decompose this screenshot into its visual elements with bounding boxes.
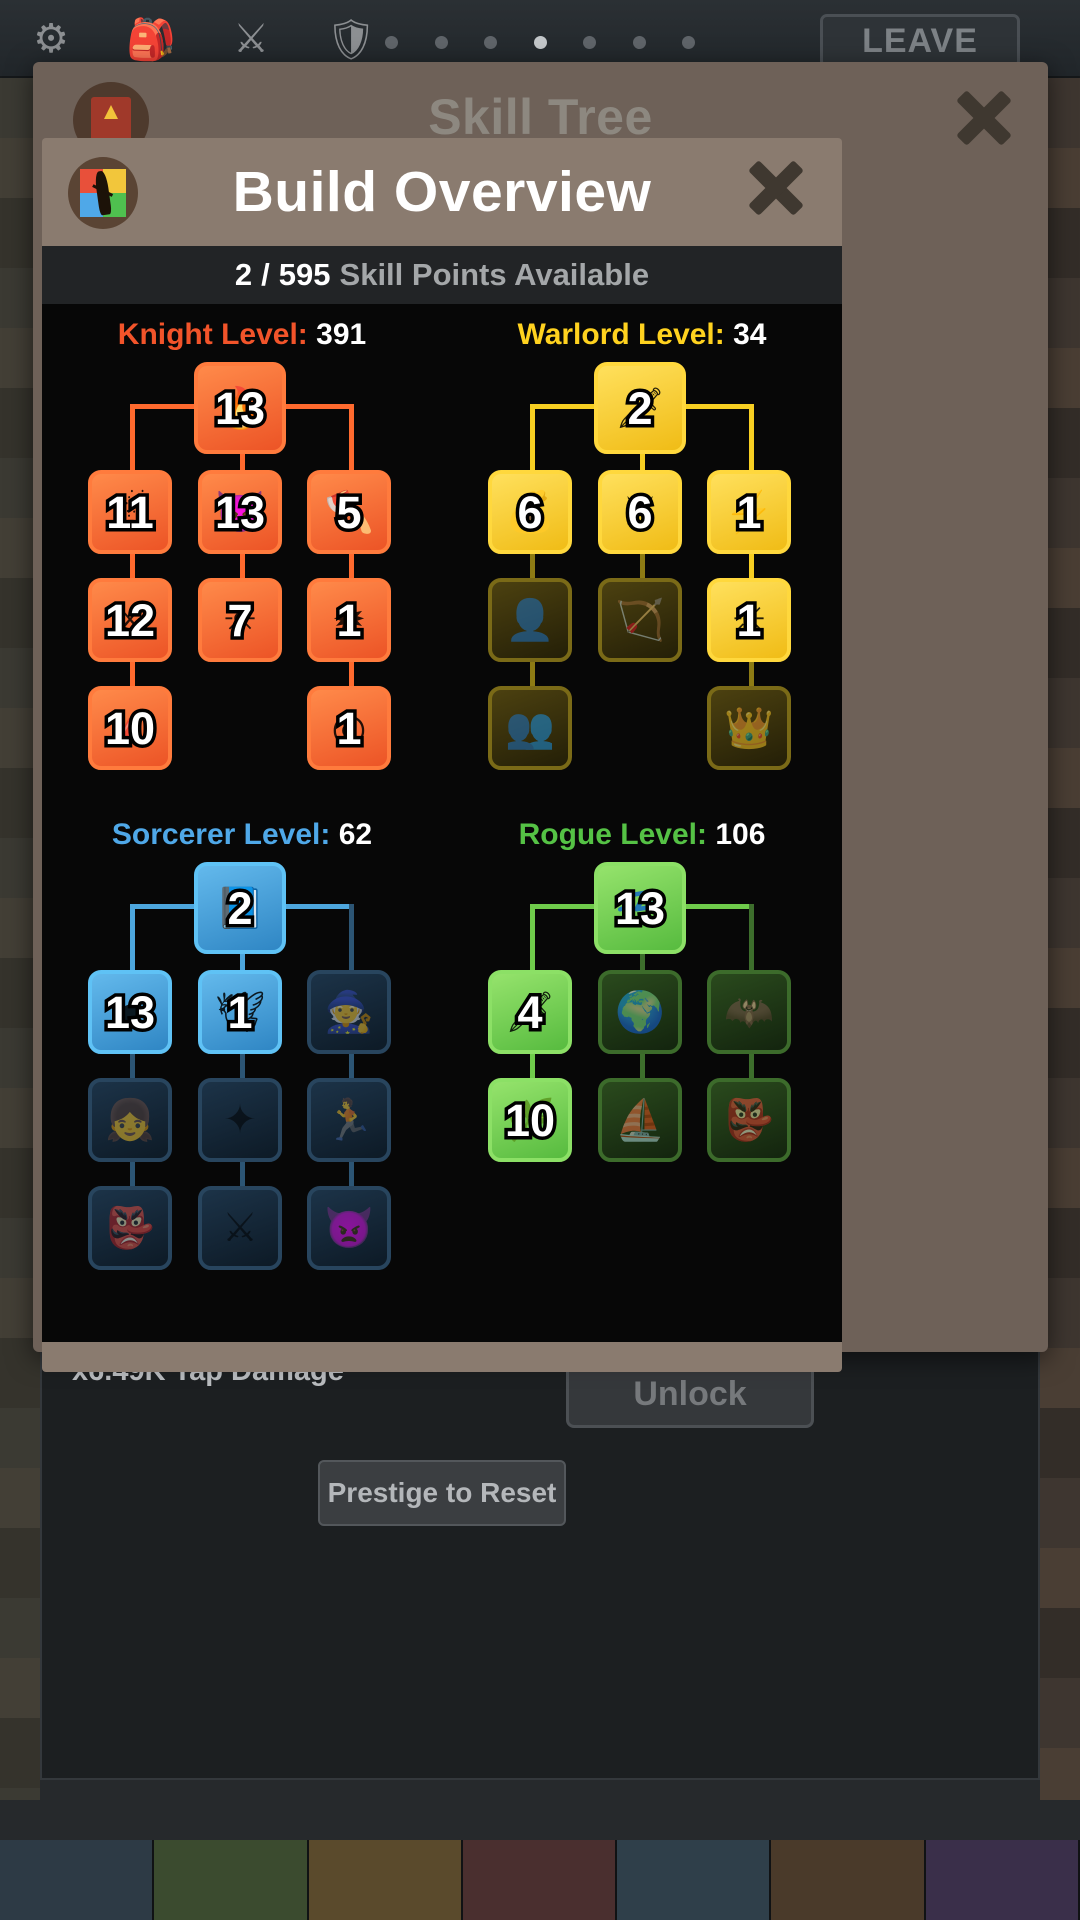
- skill-node-locked[interactable]: ⛵: [598, 1078, 682, 1162]
- class-header-rogue: Rogue Level: 106: [442, 818, 842, 852]
- runner-icon: 🏃: [324, 1098, 374, 1143]
- skill-node[interactable]: 🌿 10: [488, 1078, 572, 1162]
- skill-node[interactable]: ⚔ 12: [88, 578, 172, 662]
- modal-footer: [42, 1342, 842, 1372]
- fairy-icon: 👧: [105, 1098, 155, 1143]
- skill-node[interactable]: ☀ 7: [198, 578, 282, 662]
- skill-node-locked[interactable]: 👑: [707, 686, 791, 770]
- dark-king-icon: 👑: [724, 706, 774, 751]
- prestige-to-reset-button[interactable]: Prestige to Reset: [318, 1460, 566, 1526]
- class-name-rogue: Rogue Level:: [518, 818, 707, 851]
- avatar: [68, 157, 138, 229]
- skill-node[interactable]: ⚡ 1: [707, 470, 791, 554]
- skill-node-locked[interactable]: 🏹: [598, 578, 682, 662]
- points-label: Skill Points Available: [339, 257, 650, 292]
- skill-node-locked[interactable]: ⚔: [198, 1186, 282, 1270]
- class-level-sorcerer: 62: [338, 818, 373, 851]
- skill-node[interactable]: 💰 6: [488, 470, 572, 554]
- skill-node-locked[interactable]: 🏃: [307, 1078, 391, 1162]
- twin-bats-icon: 🦇: [724, 990, 774, 1035]
- points-total: 595: [278, 257, 331, 292]
- skill-node[interactable]: ☄ 11: [88, 470, 172, 554]
- skill-node-locked[interactable]: 👺: [88, 1186, 172, 1270]
- sword-icon[interactable]: ⚔: [218, 10, 284, 68]
- class-section-rogue: Rogue Level: 106 💤 13 🗡 4 🌍 🦇 🌿 10 ⛵ 👺: [442, 804, 842, 1323]
- portal-icon: ✦: [223, 1098, 257, 1142]
- class-name-warlord: Warlord Level:: [517, 318, 725, 351]
- class-header-sorcerer: Sorcerer Level: 62: [42, 818, 442, 852]
- class-header-warlord: Warlord Level: 34: [442, 318, 842, 352]
- skill-node[interactable]: 🗡 4: [488, 970, 572, 1054]
- page-title: Build Overview: [232, 160, 652, 224]
- skill-node-locked[interactable]: 👧: [88, 1078, 172, 1162]
- points-separator: /: [261, 257, 270, 292]
- warrior-icon: 👿: [324, 1206, 374, 1251]
- skill-node[interactable]: ☀ 1: [707, 578, 791, 662]
- class-section-knight: Knight Level: 391 🔥 13 ☄ 11 😈 13 🪓 5 ⚔ 1…: [42, 304, 442, 823]
- skill-node[interactable]: 🔥 13: [194, 362, 286, 454]
- skill-node-locked[interactable]: 🌍: [598, 970, 682, 1054]
- skill-node-locked[interactable]: 👿: [307, 1186, 391, 1270]
- build-overview-modal: Build Overview 2 / 595 Skill Points Avai…: [42, 138, 842, 1372]
- class-name-sorcerer: Sorcerer Level:: [111, 818, 331, 851]
- skill-node[interactable]: 🕊 1: [198, 970, 282, 1054]
- skill-node-locked[interactable]: ✦: [198, 1078, 282, 1162]
- skill-node-locked[interactable]: 👥: [488, 686, 572, 770]
- beast-icon: 👺: [105, 1206, 155, 1251]
- close-icon[interactable]: [746, 158, 812, 224]
- archer-icon: 🏹: [615, 598, 665, 643]
- points-available: 2: [234, 257, 253, 292]
- duo-heroes-icon: 👥: [505, 706, 555, 751]
- shield-icon[interactable]: 🛡: [318, 10, 384, 68]
- skill-node[interactable]: ✹ 1: [307, 578, 391, 662]
- ship-icon: ⛵: [615, 1098, 665, 1143]
- skill-node[interactable]: 📘 2: [194, 862, 286, 954]
- dark-mage-icon: 🧙: [324, 990, 374, 1035]
- skill-node[interactable]: 🗡 2: [594, 362, 686, 454]
- skill-node-locked[interactable]: 👤: [488, 578, 572, 662]
- leave-button[interactable]: LEAVE: [820, 14, 1020, 68]
- chest-icon[interactable]: 🎒: [118, 10, 184, 68]
- class-section-sorcerer: Sorcerer Level: 62 📘 2 ● 13 🕊 1 🧙 👧 ✦ 🏃 …: [42, 804, 442, 1323]
- bottom-hero-strip: [0, 1840, 1080, 1920]
- class-name-knight: Knight Level:: [117, 318, 308, 351]
- skill-node[interactable]: 😈 13: [198, 470, 282, 554]
- skill-node[interactable]: 🔺 10: [88, 686, 172, 770]
- skill-tree-close-icon[interactable]: [954, 88, 1014, 148]
- page-indicator-dots: [385, 34, 695, 50]
- skill-node-locked[interactable]: 👺: [707, 1078, 791, 1162]
- class-header-knight: Knight Level: 391: [42, 318, 442, 352]
- globe-arrow-icon: 🌍: [615, 990, 665, 1035]
- skill-node-locked[interactable]: 🧙: [307, 970, 391, 1054]
- gear-icon[interactable]: ⚙: [18, 10, 84, 68]
- skill-node[interactable]: 💤 13: [594, 862, 686, 954]
- lightning-sword-icon: ⚔: [222, 1206, 258, 1250]
- skill-points-bar: 2 / 595 Skill Points Available: [42, 246, 842, 304]
- class-level-knight: 391: [316, 318, 367, 351]
- class-level-warlord: 34: [733, 318, 767, 351]
- class-level-rogue: 106: [715, 818, 766, 851]
- modal-header: Build Overview: [42, 138, 842, 246]
- class-section-warlord: Warlord Level: 34 🗡 2 💰 6 ⚔ 6 ⚡ 1 👤 🏹 ☀ …: [442, 304, 842, 823]
- goblin-icon: 👺: [724, 1098, 774, 1143]
- skill-node[interactable]: ⚔ 6: [598, 470, 682, 554]
- skill-node[interactable]: ◎ 1: [307, 686, 391, 770]
- gunner-icon: 👤: [505, 598, 555, 643]
- skill-node[interactable]: ● 13: [88, 970, 172, 1054]
- skill-node[interactable]: 🪓 5: [307, 470, 391, 554]
- skill-node-locked[interactable]: 🦇: [707, 970, 791, 1054]
- skill-tree-grid: Knight Level: 391 🔥 13 ☄ 11 😈 13 🪓 5 ⚔ 1…: [42, 304, 842, 1342]
